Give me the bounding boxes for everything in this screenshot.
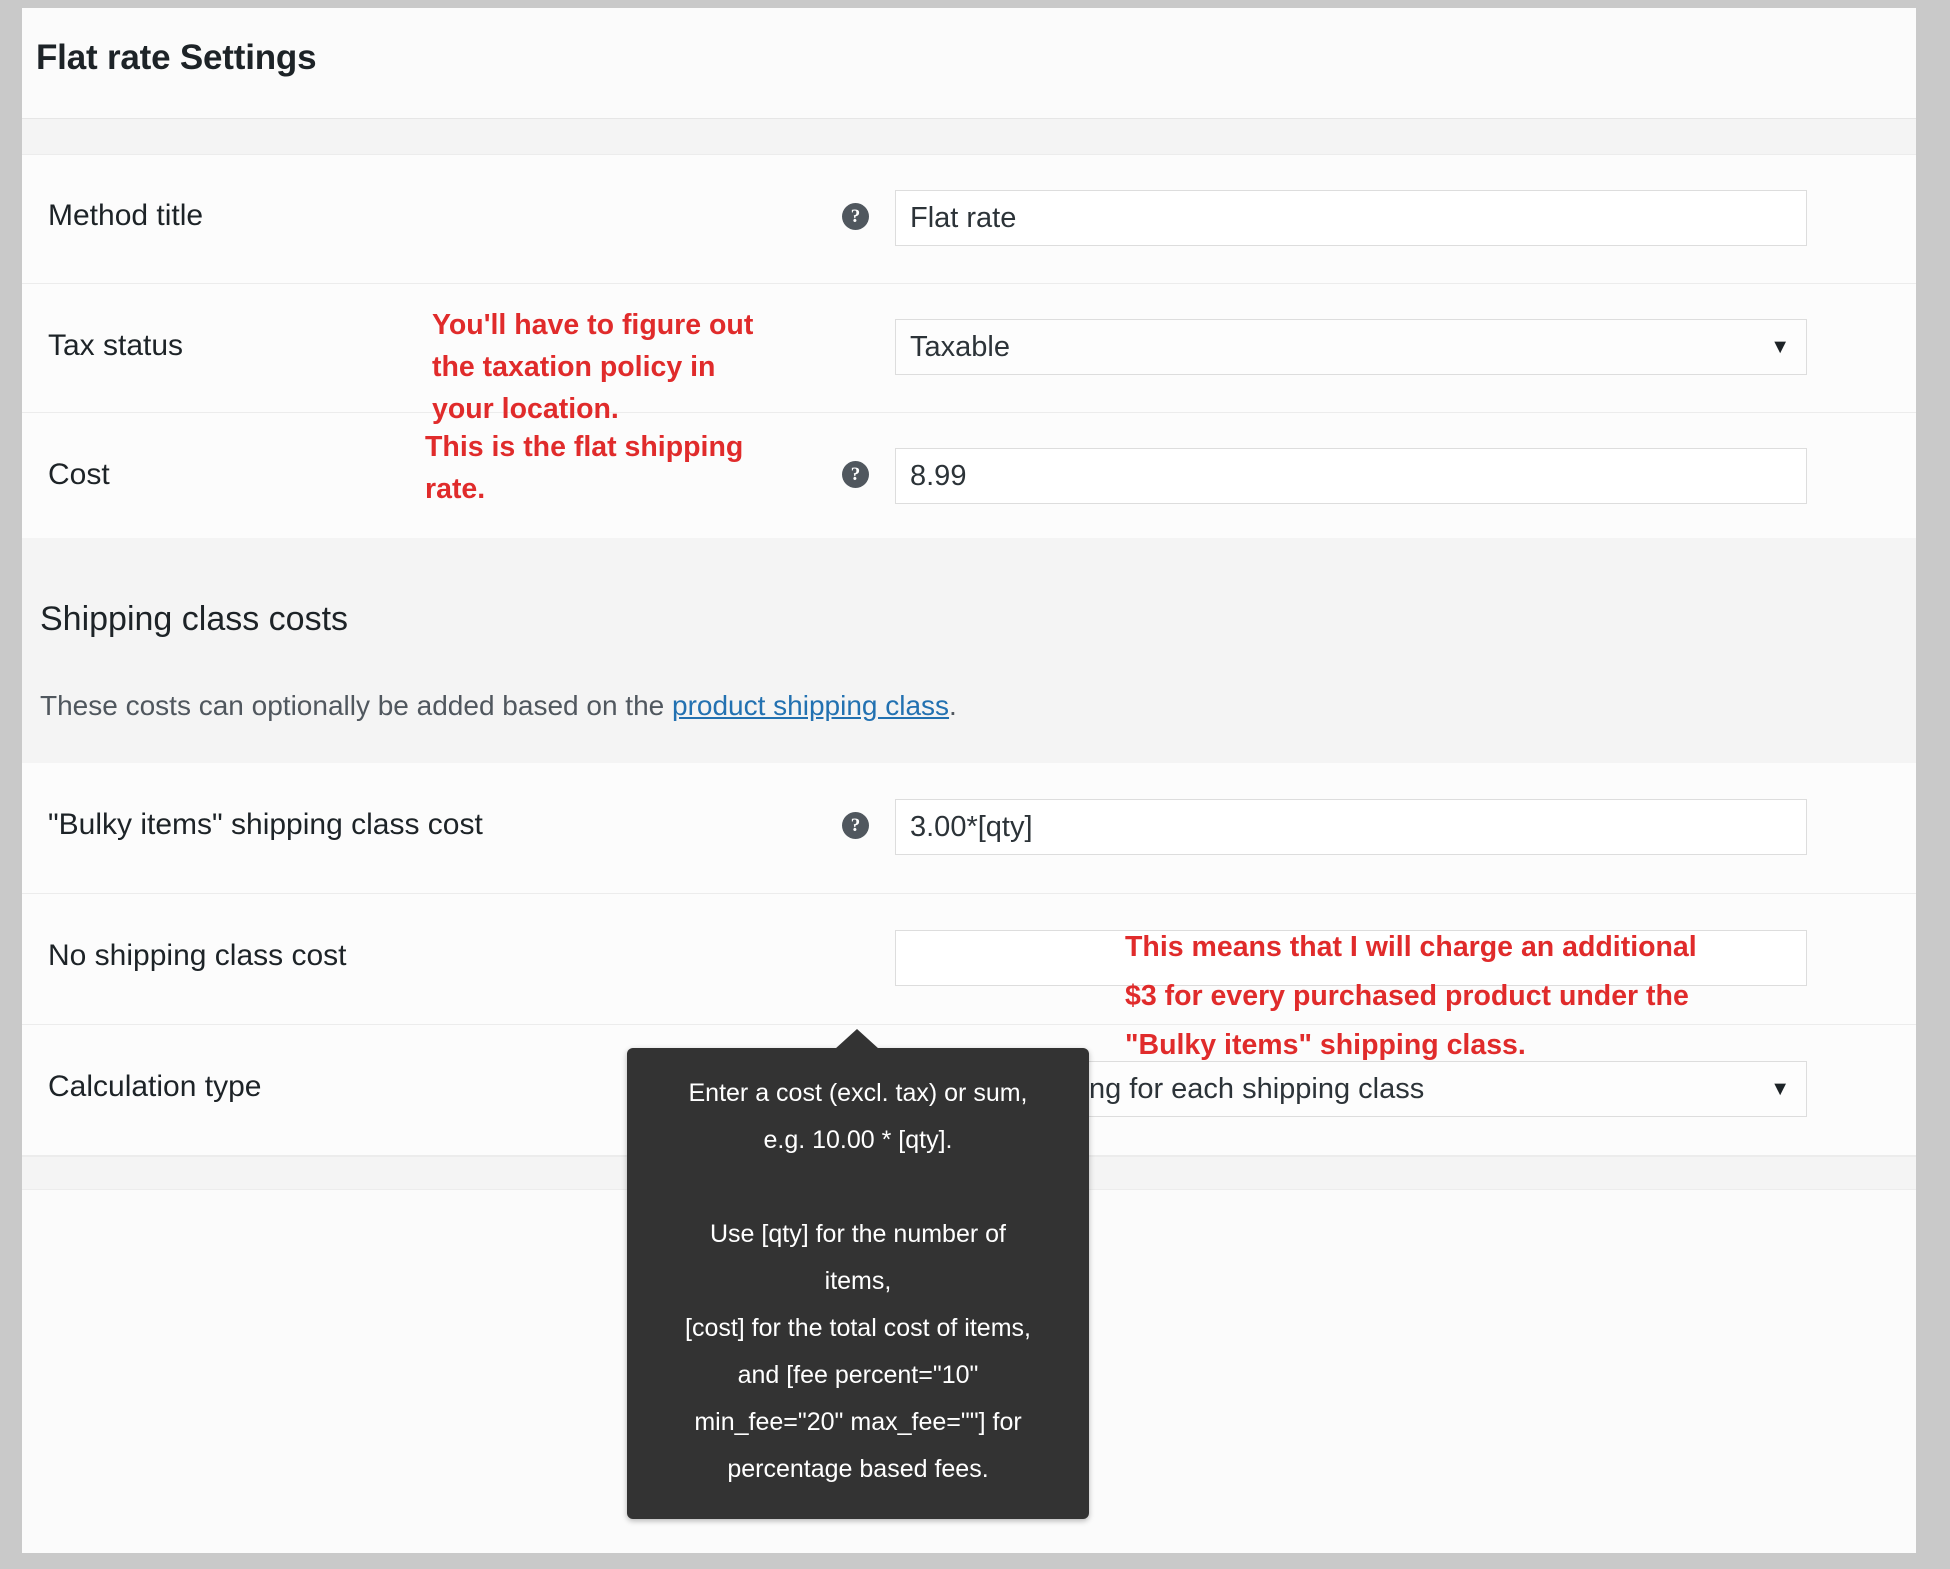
row-method-title: Method title ? Flat rate bbox=[22, 155, 1916, 284]
cost-input[interactable]: 8.99 bbox=[895, 448, 1807, 504]
tooltip-line: e.g. 10.00 * [qty]. bbox=[763, 1126, 953, 1154]
shipping-class-section-band: Shipping class costs These costs can opt… bbox=[22, 538, 1916, 763]
settings-form-table: Method title ? Flat rate Tax status You'… bbox=[22, 155, 1916, 541]
chevron-down-icon: ▼ bbox=[1770, 1078, 1790, 1100]
tooltip-line: and [fee percent="10" bbox=[737, 1361, 979, 1389]
product-shipping-class-link[interactable]: product shipping class bbox=[672, 690, 949, 721]
annotation-bulky-items: This means that I will charge an additio… bbox=[1125, 931, 1697, 1061]
label-cost: Cost bbox=[48, 458, 110, 491]
desc-text-before: These costs can optionally be added base… bbox=[40, 690, 672, 721]
label-method-title: Method title bbox=[48, 199, 204, 232]
tooltip-arrow-icon bbox=[835, 1029, 879, 1049]
shipping-class-section-title: Shipping class costs bbox=[40, 600, 349, 638]
tooltip-line: percentage based fees. bbox=[727, 1455, 989, 1483]
header-spacer bbox=[22, 119, 1916, 155]
panel-header: Flat rate Settings bbox=[22, 8, 1916, 119]
label-bulky-items-cost: "Bulky items" shipping class cost bbox=[48, 808, 483, 841]
shipping-class-section-description: These costs can optionally be added base… bbox=[40, 690, 957, 722]
tax-status-value: Taxable bbox=[910, 331, 1010, 363]
label-tax-status: Tax status bbox=[48, 329, 184, 362]
bulky-items-cost-input[interactable]: 3.00*[qty] bbox=[895, 799, 1807, 855]
tooltip-line: Use [qty] for the number of bbox=[710, 1220, 1006, 1248]
annotation-cost: This is the flat shipping rate. bbox=[425, 431, 744, 505]
row-cost: Cost This is the flat shipping rate. ? 8… bbox=[22, 413, 1916, 541]
tooltip-line: [cost] for the total cost of items, bbox=[685, 1314, 1031, 1342]
help-circle-icon[interactable]: ? bbox=[842, 203, 869, 230]
tax-status-select[interactable]: Taxable ▼ bbox=[895, 319, 1807, 375]
method-title-input[interactable]: Flat rate bbox=[895, 190, 1807, 246]
label-no-shipping-class-cost: No shipping class cost bbox=[48, 939, 347, 972]
help-circle-icon[interactable]: ? bbox=[842, 812, 869, 839]
flat-rate-settings-panel: Flat rate Settings Method title ? Flat r… bbox=[22, 8, 1916, 1553]
label-calculation-type: Calculation type bbox=[48, 1070, 262, 1103]
tooltip-line: min_fee="20" max_fee=""] for bbox=[694, 1408, 1022, 1436]
tooltip-line-blank bbox=[645, 1164, 1071, 1211]
cost-field-tooltip: Enter a cost (excl. tax) or sum, e.g. 10… bbox=[627, 1029, 1089, 1519]
row-tax-status: Tax status You'll have to figure out the… bbox=[22, 284, 1916, 425]
annotation-tax-status: You'll have to figure out the taxation p… bbox=[432, 309, 754, 425]
page-title: Flat rate Settings bbox=[36, 38, 317, 77]
tooltip-line: items, bbox=[824, 1267, 892, 1295]
row-bulky-items-cost: "Bulky items" shipping class cost ? 3.00… bbox=[22, 763, 1916, 894]
desc-text-after: . bbox=[949, 690, 957, 721]
tooltip-line: Enter a cost (excl. tax) or sum, bbox=[688, 1079, 1028, 1107]
chevron-down-icon: ▼ bbox=[1770, 336, 1790, 358]
